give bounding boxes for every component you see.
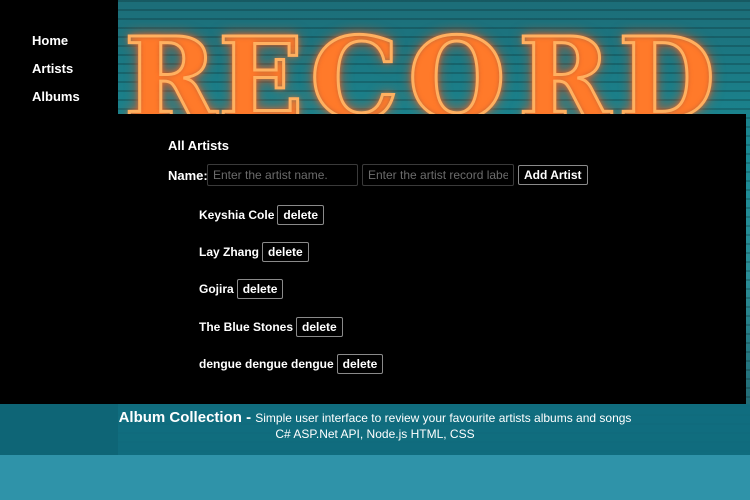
caption-description: Simple user interface to review your fav… [255, 411, 632, 425]
artist-name: dengue dengue dengue [199, 357, 334, 371]
delete-button[interactable]: delete [296, 317, 343, 337]
caption-band: Album Collection - Simple user interface… [0, 404, 750, 455]
bottom-band [0, 455, 750, 500]
record-label-input[interactable] [362, 164, 514, 186]
caption-tech: C# ASP.Net API, Node.js HTML, CSS [275, 427, 475, 441]
artists-panel: All Artists Name: Add Artist Keyshia Col… [118, 114, 746, 404]
list-item: Gojira delete [199, 279, 284, 299]
delete-button[interactable]: delete [336, 354, 384, 374]
add-artist-button[interactable]: Add Artist [518, 165, 588, 185]
artist-name: Gojira [199, 282, 234, 296]
sidebar-item-home[interactable]: Home [32, 33, 68, 48]
list-item: dengue dengue dengue delete [199, 354, 384, 374]
list-item: Lay Zhang delete [199, 242, 309, 262]
artist-name: The Blue Stones [199, 320, 294, 334]
list-item: Keyshia Cole delete [199, 205, 325, 225]
caption-line: Album Collection - Simple user interface… [0, 409, 750, 426]
delete-button[interactable]: delete [277, 205, 325, 225]
name-label: Name: [168, 168, 208, 183]
artist-name: Lay Zhang [199, 245, 260, 259]
delete-button[interactable]: delete [262, 242, 309, 262]
caption-title: Album Collection [118, 409, 242, 426]
caption-separator: - [241, 409, 256, 426]
sidebar-item-albums[interactable]: Albums [32, 89, 80, 104]
sidebar-item-artists[interactable]: Artists [32, 61, 73, 76]
artist-name: Keyshia Cole [199, 208, 275, 222]
sidebar-nav: Home Artists Albums [0, 0, 118, 455]
list-item: The Blue Stones delete [199, 317, 343, 337]
page-title: All Artists [168, 138, 229, 153]
artist-name-input[interactable] [207, 164, 358, 186]
delete-button[interactable]: delete [236, 279, 284, 299]
